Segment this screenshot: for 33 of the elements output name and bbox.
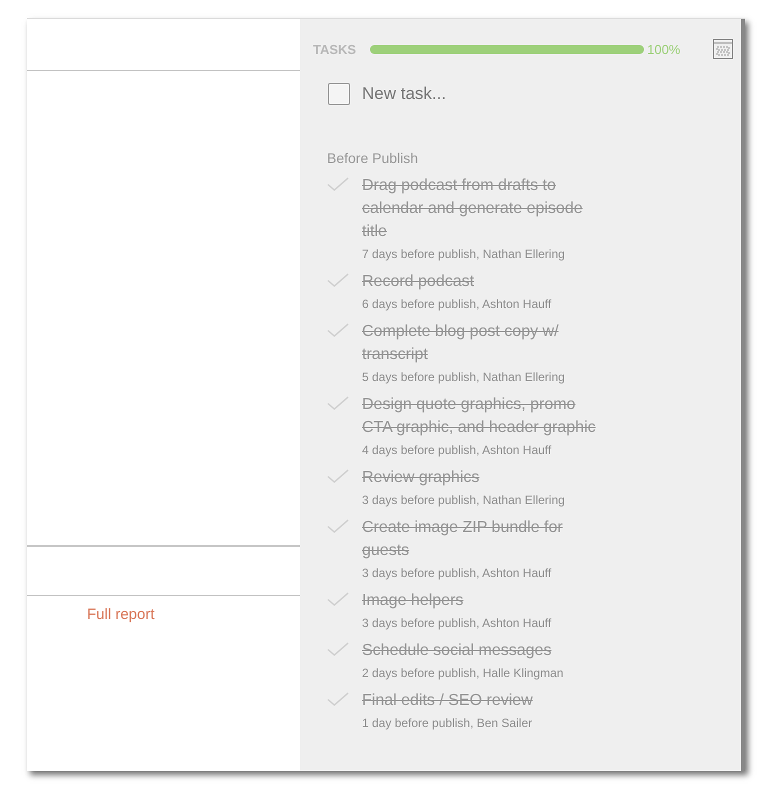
checkmark-icon[interactable] [327, 519, 349, 534]
new-task-field[interactable]: New task... [362, 84, 612, 104]
progress-percent: 100% [647, 42, 680, 56]
task-meta: 7 days before publish, Nathan Ellering [362, 246, 566, 263]
checkmark-icon[interactable] [327, 692, 349, 707]
full-report-link[interactable]: Full report [87, 606, 155, 623]
checkmark-icon[interactable] [327, 273, 349, 288]
task-meta: 3 days before publish, Nathan Ellering [362, 492, 566, 509]
task-title[interactable]: Image helpers [362, 589, 606, 612]
checkmark-icon[interactable] [327, 323, 349, 338]
task-title[interactable]: Create image ZIP bundle for guests [362, 516, 606, 562]
new-task-checkbox[interactable] [328, 83, 350, 105]
task-title[interactable]: Complete blog post copy w/ transcript [362, 320, 606, 366]
task-title[interactable]: Drag podcast from drafts to calendar and generate episode title [362, 174, 606, 243]
task-meta: 3 days before publish, Ashton Hauff [362, 565, 552, 582]
task-meta: 3 days before publish, Ashton Hauff [362, 615, 552, 632]
task-title[interactable]: Review graphics [362, 466, 606, 489]
task-meta: 2 days before publish, Halle Klingman [362, 665, 564, 682]
task-title[interactable]: Schedule social messages [362, 639, 606, 662]
calendar-icon[interactable] [713, 39, 733, 59]
checkmark-icon[interactable] [327, 469, 349, 484]
task-meta: 6 days before publish, Ashton Hauff [362, 296, 552, 313]
group-heading: Before Publish [327, 150, 420, 166]
checkmark-icon[interactable] [327, 592, 349, 607]
checkmark-icon[interactable] [327, 642, 349, 657]
task-meta: 4 days before publish, Ashton Hauff [362, 442, 552, 459]
task-title[interactable]: Record podcast [362, 270, 606, 293]
task-meta: 5 days before publish, Nathan Ellering [362, 369, 566, 386]
task-meta: 1 day before publish, Ben Sailer [362, 715, 534, 732]
task-title[interactable]: Design quote graphics, promo CTA graphic, and header graphic [362, 393, 606, 439]
checkmark-icon[interactable] [327, 396, 349, 411]
checkmark-icon[interactable] [327, 177, 349, 192]
task-title[interactable]: Final edits / SEO review [362, 689, 606, 712]
